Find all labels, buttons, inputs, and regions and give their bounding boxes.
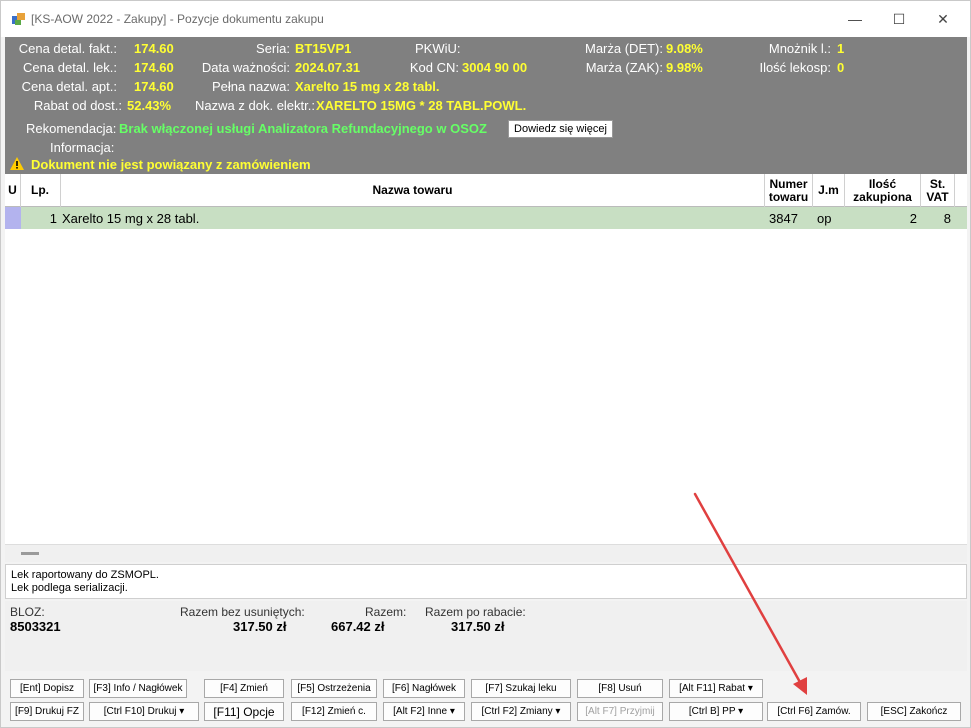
cell-numer: 3847: [769, 210, 798, 226]
zmien-button[interactable]: [F4] Zmień: [204, 679, 284, 698]
window-title: [KS-AOW 2022 - Zakupy] - Pozycje dokumen…: [31, 12, 324, 26]
table-row[interactable]: 1 Xarelto 15 mg x 28 tabl. 3847 op 2 8: [5, 207, 967, 229]
zakoncz-button[interactable]: [ESC] Zakończ: [867, 702, 961, 721]
table-header: U Lp. Nazwa towaru Numer towaru J.m Iloś…: [5, 174, 967, 207]
ilosc-lekosp-value: 0: [837, 60, 845, 75]
pkwiu-label: PKWiU:: [415, 41, 461, 56]
seria-label: Seria:: [256, 41, 290, 56]
app-logo-icon: [12, 13, 25, 25]
row-selection-marker: [5, 207, 21, 229]
column-header-ilosc-line2: zakupiona: [853, 189, 912, 204]
dopisz-button[interactable]: [Ent] Dopisz: [10, 679, 84, 698]
minimize-button[interactable]: —: [833, 7, 877, 31]
nazwa-elektr-label: Nazwa z dok. elektr.:: [195, 98, 315, 113]
column-header-lp[interactable]: Lp.: [21, 174, 61, 207]
rekomendacja-value: Brak włączonej usługi Analizatora Refund…: [119, 121, 487, 136]
title-bar: [KS-AOW 2022 - Zakupy] - Pozycje dokumen…: [1, 1, 970, 37]
cell-lp: 1: [49, 210, 57, 226]
column-header-u[interactable]: U: [5, 174, 21, 207]
column-header-numer-line1: Numer: [769, 176, 808, 191]
przyjmij-button[interactable]: [Alt F7] Przyjmij: [577, 702, 663, 721]
cena-apt-value: 174.60: [134, 79, 174, 94]
razem-value: 667.42 zł: [331, 619, 385, 634]
cell-nazwa: Xarelto 15 mg x 28 tabl.: [62, 210, 200, 226]
positions-table[interactable]: U Lp. Nazwa towaru Numer towaru J.m Iloś…: [5, 174, 967, 562]
drukuj-dropdown-button[interactable]: [Ctrl F10] Drukuj ▾: [89, 702, 199, 721]
naglowek-button[interactable]: [F6] Nagłówek: [383, 679, 465, 698]
warning-message: Dokument nie jest powiązany z zamówienie…: [31, 157, 311, 172]
opcje-button[interactable]: [F11] Opcje: [204, 702, 284, 721]
info-naglowek-button[interactable]: [F3] Info / Nagłówek: [89, 679, 187, 698]
notes-panel: Lek raportowany do ZSMOPL. Lek podlega s…: [5, 564, 967, 599]
kod-cn-label: Kod CN:: [409, 60, 459, 75]
column-header-vat-line2: VAT: [926, 189, 949, 204]
drukuj-fz-button[interactable]: [F9] Drukuj FZ: [10, 702, 84, 721]
marza-zak-label: Marża (ZAK):: [585, 60, 663, 75]
mnoznik-label: Mnożnik l.:: [768, 41, 831, 56]
pelna-nazwa-label: Pełna nazwa:: [211, 79, 290, 94]
bloz-value: 8503321: [10, 619, 61, 634]
razem-label: Razem:: [365, 605, 407, 619]
column-header-numer-line2: towaru: [768, 189, 809, 204]
rabat-value: 52.43%: [127, 98, 172, 113]
zamow-button[interactable]: [Ctrl F6] Zamów.: [767, 702, 861, 721]
column-header-vat-line1: St.: [929, 176, 946, 191]
szukaj-leku-button[interactable]: [F7] Szukaj leku: [471, 679, 571, 698]
note-zsmopl: Lek raportowany do ZSMOPL.: [11, 569, 159, 581]
data-waznosci-value: 2024.07.31: [295, 60, 361, 75]
learn-more-button[interactable]: Dowiedz się więcej: [508, 120, 613, 138]
column-header-numer[interactable]: Numer towaru: [765, 174, 813, 207]
data-waznosci-label: Data ważności:: [201, 60, 290, 75]
rabat-label: Rabat od dost.:: [33, 98, 122, 113]
cena-apt-label: Cena detal. apt.:: [21, 79, 117, 94]
cell-jm: op: [817, 210, 832, 226]
column-header-jm[interactable]: J.m: [813, 174, 845, 207]
app-window: [KS-AOW 2022 - Zakupy] - Pozycje dokumen…: [0, 0, 971, 728]
cena-lek-value: 174.60: [134, 60, 174, 75]
cena-fakt-value: 174.60: [134, 41, 174, 56]
razem-po-rabacie-value: 317.50 zł: [451, 619, 505, 634]
zmiany-dropdown-button[interactable]: [Ctrl F2] Zmiany ▾: [471, 702, 571, 721]
cena-lek-label: Cena detal. lek.:: [23, 60, 117, 75]
ilosc-lekosp-label: Ilość lekosp:: [759, 60, 831, 75]
column-header-ilosc[interactable]: Ilość zakupiona: [845, 174, 921, 207]
marza-zak-value: 9.98%: [666, 60, 703, 75]
inne-dropdown-button[interactable]: [Alt F2] Inne ▾: [383, 702, 465, 721]
nazwa-elektr-value: XARELTO 15MG * 28 TABL.POWL.: [316, 98, 527, 113]
pp-dropdown-button[interactable]: [Ctrl B] PP ▾: [669, 702, 763, 721]
column-header-vat[interactable]: St. VAT: [921, 174, 955, 207]
bloz-label: BLOZ:: [10, 605, 45, 619]
ostrzezenia-button[interactable]: [F5] Ostrzeżenia: [291, 679, 377, 698]
note-serializacja: Lek podlega serializacji.: [11, 582, 128, 594]
kod-cn-value: 3004 90 00: [462, 60, 528, 75]
marza-det-label: Marża (DET):: [585, 41, 663, 56]
maximize-button[interactable]: ☐: [877, 7, 921, 31]
seria-value: BT15VP1: [295, 41, 352, 56]
rekomendacja-label: Rekomendacja:: [26, 121, 117, 136]
totals-panel: BLOZ: 8503321 Razem bez usuniętych: 317.…: [5, 601, 967, 671]
pelna-nazwa-value: Xarelto 15 mg x 28 tabl.: [295, 79, 440, 94]
razem-po-rabacie-label: Razem po rabacie:: [425, 605, 526, 619]
cell-ilosc: 2: [909, 210, 917, 226]
usun-button[interactable]: [F8] Usuń: [577, 679, 663, 698]
razem-bez-usunietych-label: Razem bez usuniętych:: [180, 605, 305, 619]
column-header-ilosc-line1: Ilość: [868, 176, 897, 191]
razem-bez-usunietych-value: 317.50 zł: [233, 619, 287, 634]
horizontal-scrollbar[interactable]: [5, 544, 967, 562]
zmien-cene-button[interactable]: [F12] Zmień c.: [291, 702, 377, 721]
informacja-label: Informacja:: [50, 140, 115, 155]
close-button[interactable]: ✕: [921, 7, 965, 31]
column-header-nazwa[interactable]: Nazwa towaru: [61, 174, 765, 207]
marza-det-value: 9.08%: [666, 41, 703, 56]
product-info-panel: Cena detal. fakt.: 174.60 Cena detal. le…: [5, 37, 967, 174]
rabat-dropdown-button[interactable]: [Alt F11] Rabat ▾: [669, 679, 763, 698]
warning-icon: [10, 157, 24, 170]
scrollbar-thumb[interactable]: [21, 552, 39, 555]
mnoznik-value: 1: [837, 41, 845, 56]
cell-vat: 8: [943, 210, 951, 226]
cena-fakt-label: Cena detal. fakt.:: [18, 41, 117, 56]
